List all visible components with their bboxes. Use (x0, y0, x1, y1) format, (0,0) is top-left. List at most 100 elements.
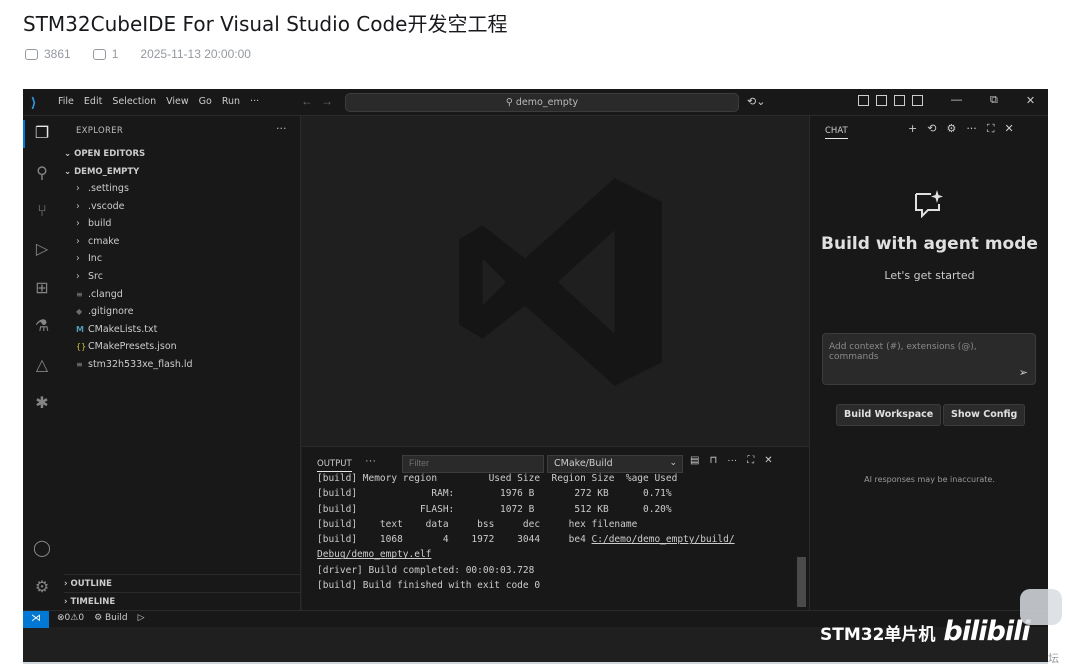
chat-input[interactable]: Add context (#), extensions (@), command… (822, 333, 1036, 385)
tree-item[interactable]: ≡ stm32h533xe_flash.ld (76, 359, 193, 370)
project-section[interactable]: ⌄ DEMO_EMPTY (64, 167, 139, 177)
account-icon[interactable]: ◯ (32, 539, 52, 559)
menu-view[interactable]: View (166, 96, 189, 107)
bottom-panel: OUTPUT ··· Filter CMake/Build ⌄ ▤ ⊓ ··· … (302, 446, 809, 610)
menu-file[interactable]: File (58, 96, 74, 107)
tree-item[interactable]: ≡ .clangd (76, 289, 123, 300)
tree-item[interactable]: › .vscode (76, 201, 125, 212)
extensions-icon[interactable]: ⊞ (32, 279, 52, 299)
forum-label: 坛 (1048, 653, 1059, 665)
cmake-icon[interactable]: △ (32, 356, 52, 376)
more-icon[interactable]: ··· (966, 122, 977, 136)
editor-area[interactable] (302, 116, 809, 446)
tree-item-label: cmake (88, 236, 120, 247)
customize-layout-icon[interactable] (858, 95, 869, 106)
json-file-icon: {} (76, 342, 87, 351)
output-channel-value: CMake/Build (554, 458, 613, 469)
explorer-title: EXPLORER (76, 126, 124, 136)
git-file-icon: ◆ (76, 307, 83, 316)
tree-item[interactable]: › build (76, 218, 111, 229)
remote-icon[interactable]: ⋊ (23, 611, 49, 628)
lock-icon[interactable]: ⊓ (709, 455, 717, 466)
command-center[interactable]: ⚲ demo_empty (345, 93, 739, 112)
chevron-right-icon: › (76, 236, 80, 247)
channel-watermark: STM32单片机 bilibili (820, 616, 1031, 647)
command-center-label: demo_empty (515, 97, 579, 108)
toggle-panel-icon[interactable] (894, 95, 905, 106)
toggle-sidebar-icon[interactable] (876, 95, 887, 106)
stm32-extension-icon[interactable]: ✱ (32, 394, 52, 414)
activity-bar: ❐ ⚲ ⑂ ▷ ⊞ ⚗ △ ✱ ◯ ⚙ (23, 116, 60, 610)
file-link[interactable]: Debug/demo_empty.elf (317, 549, 431, 560)
panel-more-button[interactable]: ··· (365, 455, 376, 467)
maximize-icon[interactable]: ⛶ (747, 455, 754, 466)
tree-item-label: Src (88, 271, 103, 282)
publish-date: 2025-11-13 20:00:00 (140, 47, 251, 61)
play-count-icon (25, 48, 38, 60)
log-line: [build] Build finished with exit code 0 (317, 580, 541, 592)
video-meta: 3861 1 2025-11-13 20:00:00 (25, 47, 251, 61)
open-editors-section[interactable]: ⌄ OPEN EDITORS (64, 149, 145, 159)
status-items: ⊗0⚠0 ⚙ Build ▷ (57, 613, 145, 623)
tree-item[interactable]: › Inc (76, 253, 102, 264)
chevron-right-icon: › (76, 271, 80, 282)
problems-status[interactable]: ⊗0⚠0 (57, 613, 84, 623)
floating-chat-bubble[interactable] (1020, 589, 1062, 625)
menu-edit[interactable]: Edit (84, 96, 102, 107)
open-editors-label: OPEN EDITORS (74, 149, 146, 159)
timeline-section[interactable]: › TIMELINE (64, 592, 300, 607)
close-icon[interactable]: ✕ (1005, 122, 1014, 136)
minimize-icon[interactable]: — (951, 94, 962, 107)
testing-icon[interactable]: ⚗ (32, 317, 52, 337)
run-icon[interactable]: ▷ (138, 613, 145, 623)
more-icon[interactable]: ··· (727, 455, 737, 466)
new-chat-icon[interactable]: + (908, 122, 917, 136)
tree-item[interactable]: › .settings (76, 183, 129, 194)
video-progress[interactable] (23, 662, 1048, 664)
outline-section[interactable]: › OUTLINE (64, 574, 300, 589)
close-icon[interactable]: ✕ (1026, 94, 1035, 107)
copilot-icon[interactable]: ⟲⌄ (747, 95, 765, 108)
source-control-icon[interactable]: ⑂ (32, 202, 52, 222)
maximize-icon[interactable]: ⛶ (987, 122, 995, 136)
build-workspace-button[interactable]: Build Workspace (836, 404, 942, 426)
close-icon[interactable]: ✕ (764, 455, 772, 466)
explorer-icon[interactable]: ❐ (32, 124, 52, 144)
tree-item[interactable]: › cmake (76, 236, 119, 247)
tree-item-label: stm32h533xe_flash.ld (88, 359, 193, 370)
run-debug-icon[interactable]: ▷ (32, 240, 52, 260)
tree-item[interactable]: {} CMakePresets.json (76, 341, 177, 352)
menu-bar: File Edit Selection View Go Run ··· (58, 96, 259, 107)
file-link[interactable]: C:/demo/demo_empty/build/ (592, 534, 735, 545)
output-log: [build] Memory region Used Size Region S… (317, 473, 735, 593)
history-icon[interactable]: ⟲ (927, 122, 936, 136)
video-page: STM32CubeIDE For Visual Studio Code开发空工程… (0, 0, 1070, 672)
menu-selection[interactable]: Selection (112, 96, 156, 107)
tree-item[interactable]: › Src (76, 271, 103, 282)
channel-name: STM32单片机 (820, 625, 936, 645)
tree-item[interactable]: ◆ .gitignore (76, 306, 133, 317)
toggle-secondary-sidebar-icon[interactable] (912, 95, 923, 106)
menu-run[interactable]: Run (222, 96, 240, 107)
menu-go[interactable]: Go (199, 96, 212, 107)
restore-icon[interactable]: ⧉ (990, 94, 998, 107)
gear-icon[interactable]: ⚙ (946, 122, 956, 136)
search-view-icon[interactable]: ⚲ (32, 164, 52, 184)
show-config-button[interactable]: Show Config (943, 404, 1026, 426)
output-scrollbar[interactable] (797, 557, 806, 607)
list-icon[interactable]: ▤ (690, 455, 699, 466)
gear-icon[interactable]: ⚙ (32, 578, 52, 598)
tab-chat[interactable]: CHAT (825, 126, 848, 139)
tree-item[interactable]: M CMakeLists.txt (76, 324, 157, 335)
explorer-more-button[interactable]: ··· (276, 122, 287, 135)
video-frame[interactable]: ⟩ File Edit Selection View Go Run ··· ←→… (23, 89, 1048, 664)
tree-item-label: Inc (88, 253, 103, 264)
chat-subheading: Let's get started (884, 269, 975, 282)
menu-more[interactable]: ··· (250, 96, 259, 107)
panel-actions: ▤ ⊓ ··· ⛶ ✕ (690, 455, 773, 466)
chevron-right-icon: › (76, 183, 80, 194)
outline-label: OUTLINE (70, 579, 112, 589)
build-status[interactable]: ⚙ Build (94, 613, 128, 623)
send-icon[interactable]: ➢ (1019, 366, 1028, 379)
nav-arrows-icon[interactable]: ←→ (301, 94, 341, 108)
